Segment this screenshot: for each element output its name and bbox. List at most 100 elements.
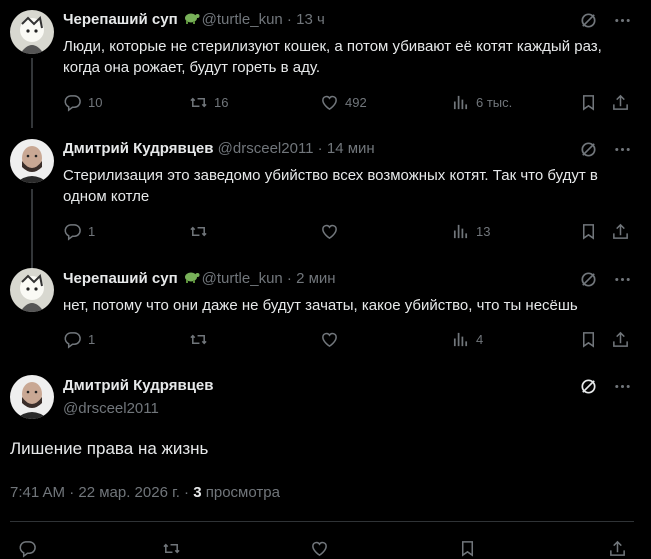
retweet-icon xyxy=(190,334,207,345)
views-icon xyxy=(453,95,468,110)
bookmark-button[interactable] xyxy=(579,93,598,112)
timestamp[interactable]: 13 ч xyxy=(296,11,325,28)
handle[interactable]: @drsceel2011 xyxy=(63,400,159,417)
action-bar: 10 16 492 6 тыс. xyxy=(63,93,638,113)
tweet-header: Черепаший суп @turtle_kun · 2 мин xyxy=(63,269,336,289)
more-icon[interactable] xyxy=(613,270,632,294)
focused-meta: 7:41 AM · 22 мар. 2026 г. · 3 просмотра xyxy=(10,483,280,503)
more-icon[interactable] xyxy=(613,11,632,35)
reply-icon xyxy=(64,95,81,112)
reply-button[interactable]: 1 xyxy=(63,222,95,241)
turtle-emoji-icon xyxy=(182,10,200,30)
views-icon xyxy=(453,224,468,239)
tweet-header: Дмитрий Кудрявцев @drsceel2011 · 14 мин xyxy=(63,139,375,159)
heart-icon xyxy=(322,95,337,111)
tweet-top-actions xyxy=(579,270,632,294)
thread-line xyxy=(31,58,33,128)
avatar[interactable] xyxy=(10,268,54,312)
separator: · xyxy=(282,270,297,287)
action-bar: 1 4 xyxy=(63,330,638,350)
views-button[interactable]: 13 xyxy=(451,222,490,241)
share-icon xyxy=(613,331,628,347)
retweet-button[interactable] xyxy=(189,330,208,349)
tweet-text: Стерилизация это заведомо убийство всех … xyxy=(63,167,598,205)
tweet-header: Черепаший суп @turtle_kun · 13 ч xyxy=(63,10,325,30)
bookmark-icon xyxy=(582,95,595,111)
like-button[interactable] xyxy=(320,330,339,349)
separator: · xyxy=(282,11,297,28)
bookmark-icon xyxy=(461,541,474,557)
reply-button[interactable]: 1 xyxy=(63,330,95,349)
timestamp[interactable]: 2 мин xyxy=(296,270,336,287)
share-button[interactable] xyxy=(611,222,630,241)
tweet-top-actions xyxy=(579,11,632,35)
grok-icon[interactable] xyxy=(579,270,598,294)
tweet-text: нет, потому что они даже не будут зачаты… xyxy=(63,297,578,314)
reply-button[interactable]: 10 xyxy=(63,93,102,112)
heart-icon xyxy=(322,332,337,348)
bookmark-icon xyxy=(582,332,595,348)
more-icon[interactable] xyxy=(613,377,632,401)
timestamp[interactable]: 14 мин xyxy=(327,140,375,157)
reply-count: 1 xyxy=(88,332,96,347)
tweet-text: Люди, которые не стерилизуют кошек, а по… xyxy=(63,38,602,76)
display-name[interactable]: Дмитрий Кудрявцев xyxy=(63,377,214,394)
like-button[interactable]: 492 xyxy=(320,93,367,112)
grok-icon[interactable] xyxy=(579,140,598,164)
focused-name: Дмитрий Кудрявцев xyxy=(63,376,214,396)
more-icon[interactable] xyxy=(613,140,632,164)
focused-action-bar xyxy=(18,539,630,559)
tweet-top-actions xyxy=(579,140,632,164)
like-count: 492 xyxy=(345,95,367,110)
retweet-icon xyxy=(190,226,207,237)
reply-count: 1 xyxy=(88,224,96,239)
focused-handle-row: @drsceel2011 xyxy=(63,399,159,419)
reply-button[interactable] xyxy=(18,539,37,558)
tweet-1[interactable]: Черепаший суп @turtle_kun · 13 ч Люди, ко… xyxy=(0,0,651,128)
avatar[interactable] xyxy=(10,375,54,419)
bookmark-button[interactable] xyxy=(579,330,598,349)
share-button[interactable] xyxy=(611,330,630,349)
views-button[interactable]: 6 тыс. xyxy=(451,93,512,112)
handle[interactable]: @turtle_kun xyxy=(202,270,283,287)
grok-icon[interactable] xyxy=(579,11,598,35)
views-label: просмотра xyxy=(201,484,280,501)
divider xyxy=(10,521,634,522)
retweet-button[interactable] xyxy=(189,222,208,241)
avatar[interactable] xyxy=(10,10,54,54)
handle[interactable]: @turtle_kun xyxy=(202,11,283,28)
share-icon xyxy=(613,94,628,110)
turtle-emoji-icon xyxy=(182,269,200,289)
like-button[interactable] xyxy=(310,539,329,558)
tweet-3[interactable]: Черепаший суп @turtle_kun · 2 мин нет, по… xyxy=(0,255,651,363)
share-button[interactable] xyxy=(608,539,627,558)
bookmark-button[interactable] xyxy=(579,222,598,241)
handle[interactable]: @drsceel2011 xyxy=(218,140,314,157)
like-button[interactable] xyxy=(320,222,339,241)
display-name[interactable]: Черепаший суп xyxy=(63,11,178,28)
heart-icon xyxy=(312,541,327,557)
display-name[interactable]: Дмитрий Кудрявцев xyxy=(63,140,214,157)
views-count: 13 xyxy=(476,224,491,239)
bookmark-button[interactable] xyxy=(458,539,477,558)
share-button[interactable] xyxy=(611,93,630,112)
tweet-top-actions xyxy=(579,377,632,401)
retweet-icon xyxy=(190,97,207,108)
retweet-count: 16 xyxy=(214,95,229,110)
bookmark-icon xyxy=(582,224,595,240)
tweet-2[interactable]: Дмитрий Кудрявцев @drsceel2011 · 14 мин … xyxy=(0,125,651,269)
focused-timestamp[interactable]: 7:41 AM · 22 мар. 2026 г. · xyxy=(10,484,193,501)
retweet-icon xyxy=(163,543,180,554)
action-bar: 1 13 xyxy=(63,222,638,242)
display-name[interactable]: Черепаший суп xyxy=(63,270,178,287)
reply-icon xyxy=(64,332,81,349)
retweet-button[interactable] xyxy=(162,539,181,558)
heart-icon xyxy=(322,224,337,240)
share-icon xyxy=(613,223,628,239)
views-button[interactable]: 4 xyxy=(451,330,483,349)
retweet-button[interactable]: 16 xyxy=(189,93,228,112)
avatar[interactable] xyxy=(10,139,54,183)
reply-count: 10 xyxy=(88,95,103,110)
grok-icon[interactable] xyxy=(579,377,598,401)
reply-icon xyxy=(64,224,81,241)
